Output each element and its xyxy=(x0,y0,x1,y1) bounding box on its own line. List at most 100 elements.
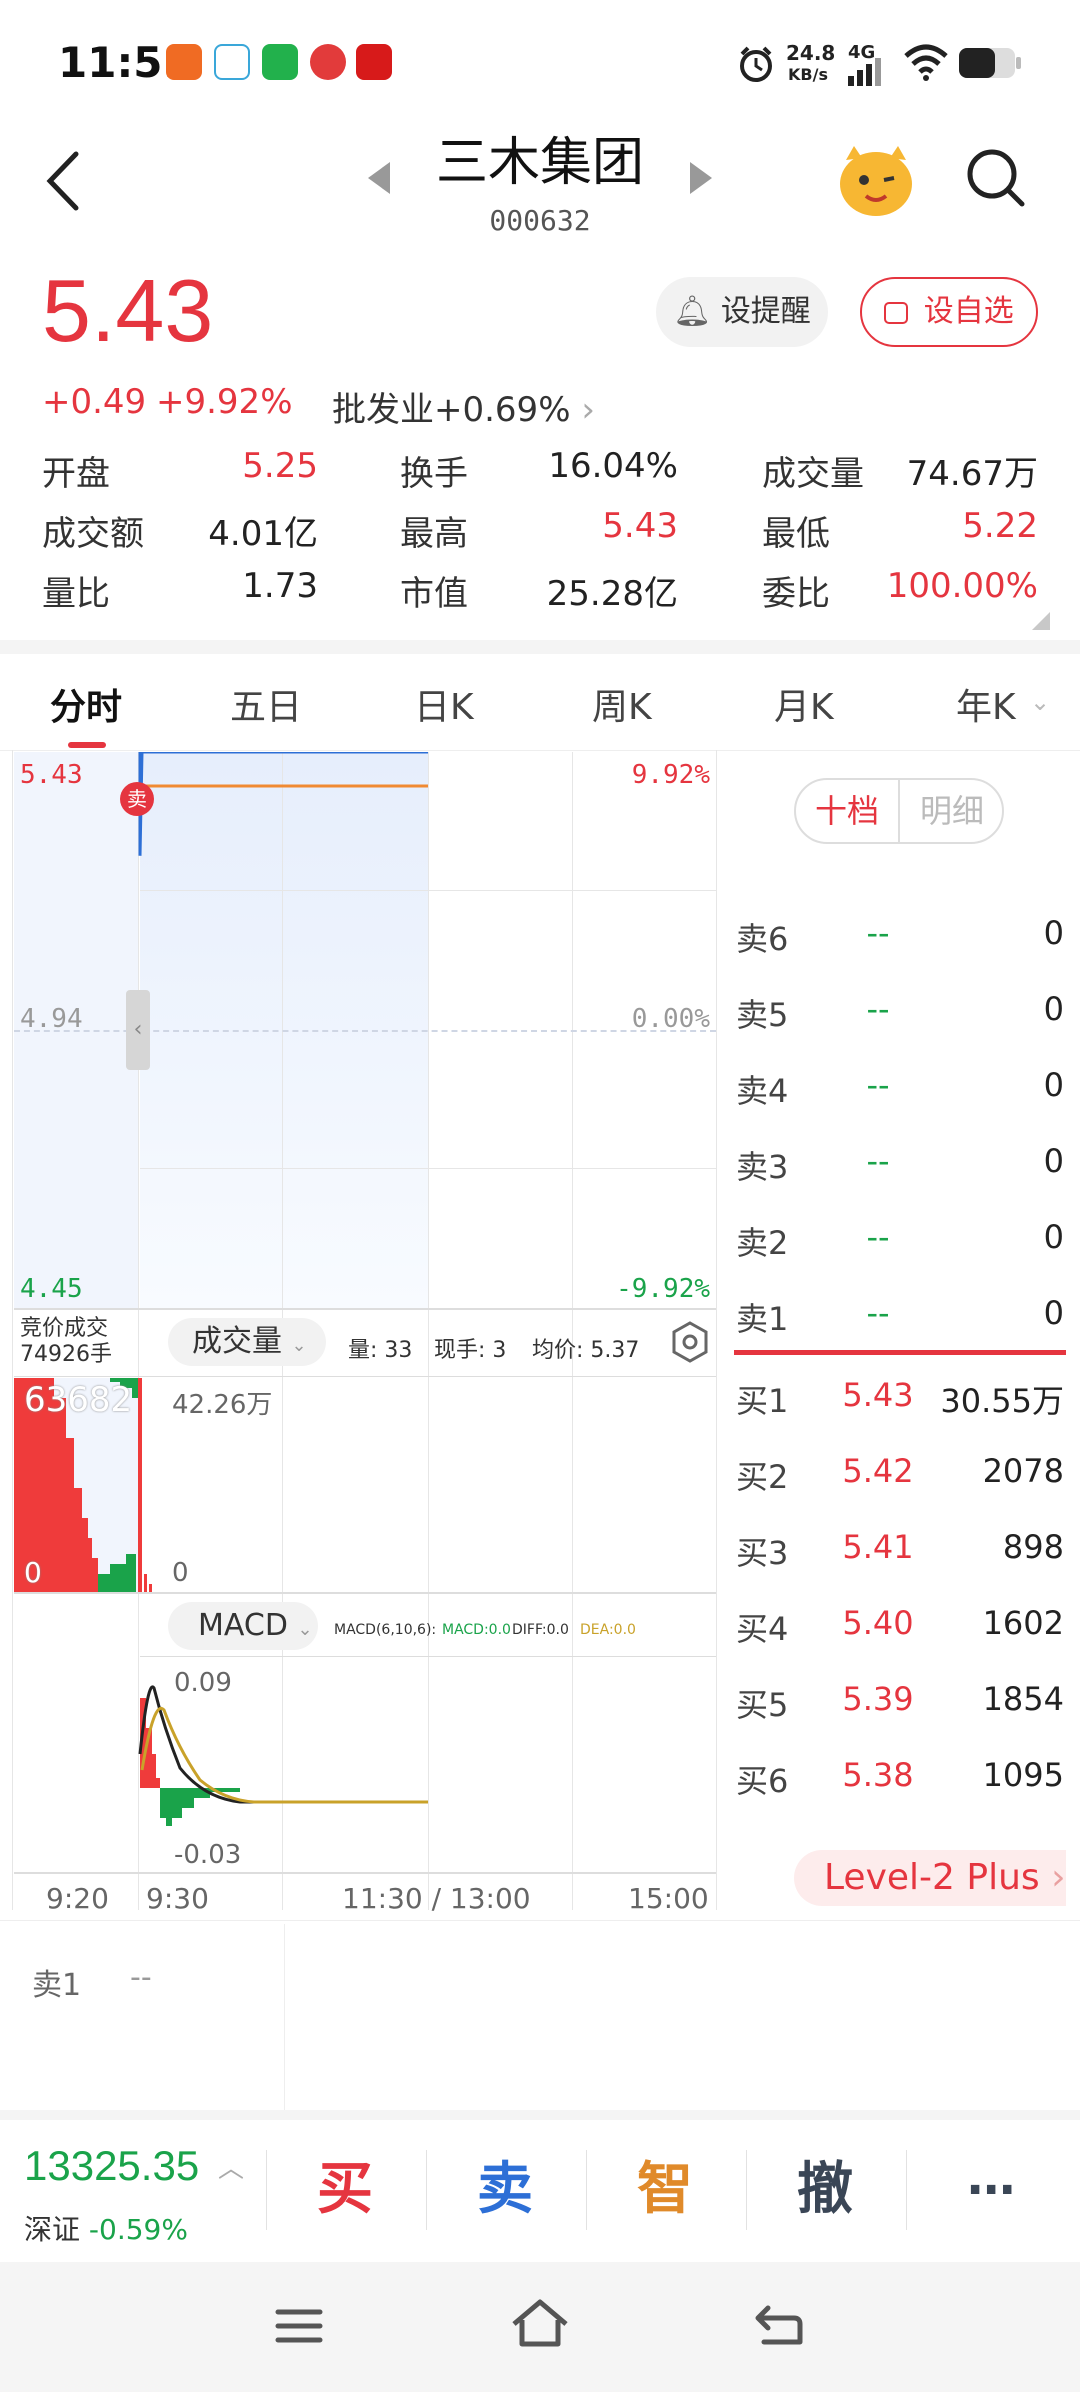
add-watchlist-label: 设自选 xyxy=(923,294,1014,329)
notification-news-icon xyxy=(310,44,346,80)
orderbook-qty: 0 xyxy=(1043,990,1064,1028)
menu-icon[interactable] xyxy=(274,2306,324,2346)
back-chevron-icon[interactable] xyxy=(40,148,90,214)
level2-plus-label: Level-2 Plus xyxy=(824,1857,1040,1898)
expand-corner-icon[interactable] xyxy=(1032,612,1050,630)
stat-value: 1.73 xyxy=(242,566,318,606)
hand-info: 现手: 3 xyxy=(434,1338,507,1363)
stat-label: 最低 xyxy=(762,514,830,554)
price-high-label: 5.43 xyxy=(20,760,83,790)
avg-info: 均价: 5.37 xyxy=(532,1338,640,1363)
stock-title: 三木集团 xyxy=(435,133,644,193)
orderbook-qty: 0 xyxy=(1043,1218,1064,1256)
vol-max-label: 42.26万 xyxy=(172,1390,273,1420)
net-unit: KB/s xyxy=(788,65,828,84)
macd-low-label: -0.03 xyxy=(174,1840,242,1870)
stat-value: 100.00% xyxy=(886,566,1038,606)
auction-vol-zero: 0 xyxy=(24,1556,42,1589)
stat-value: 5.25 xyxy=(242,446,318,486)
price-change-pct: +9.92% xyxy=(156,382,293,422)
sell-marker[interactable]: 卖 xyxy=(120,782,154,816)
wechat-icon xyxy=(262,44,298,80)
orderbook-tabs: 十档 明细 xyxy=(794,778,1004,844)
macd-chart[interactable] xyxy=(14,1658,716,1872)
set-alert-label: 设提醒 xyxy=(720,294,811,329)
notification-app-icon xyxy=(166,44,202,80)
orderbook-qty: 2078 xyxy=(982,1452,1064,1490)
orderbook-level-label: 卖5 xyxy=(736,996,789,1034)
sell-button[interactable]: 卖 xyxy=(430,2145,580,2235)
orderbook-level-label: 买6 xyxy=(736,1762,789,1800)
pct-low-label: -9.92% xyxy=(616,1274,710,1304)
add-watchlist-button[interactable]: 设自选 xyxy=(860,277,1038,347)
orderbook-level-label: 卖3 xyxy=(736,1148,789,1186)
macd-value: MACD:0.0 xyxy=(442,1622,511,1638)
stat-label: 换手 xyxy=(400,454,468,494)
buy-button[interactable]: 买 xyxy=(270,2145,420,2235)
macd-params: MACD(6,10,6): xyxy=(334,1622,437,1638)
chart-border-left xyxy=(12,750,13,1910)
auction-label: 竞价成交 xyxy=(20,1316,109,1341)
volume-indicator-select[interactable]: 成交量 ⌄ xyxy=(168,1318,326,1366)
diff-line xyxy=(138,1685,428,1804)
macd-high-label: 0.09 xyxy=(174,1668,232,1698)
stat-label: 成交量 xyxy=(762,454,864,494)
mascot-icon[interactable] xyxy=(836,142,916,218)
smart-button[interactable]: 智 xyxy=(590,2145,740,2235)
orderbook-qty: 1854 xyxy=(982,1680,1064,1718)
cancel-order-button[interactable]: 撤 xyxy=(750,2145,900,2235)
collapse-handle-icon[interactable]: ‹ xyxy=(126,990,150,1070)
orderbook-level-label: 买4 xyxy=(736,1610,789,1648)
more-button[interactable]: ⋯ xyxy=(916,2145,1066,2235)
next-stock-icon[interactable] xyxy=(690,162,712,194)
stat-value: 16.04% xyxy=(548,446,678,486)
chevron-down-icon[interactable]: ⌄ xyxy=(1030,688,1050,716)
chart-border-right xyxy=(716,750,717,1910)
net-speed: 24.8 xyxy=(786,41,836,65)
chevron-right-icon: › xyxy=(581,390,595,430)
vol-zero-label: 0 xyxy=(172,1558,189,1588)
sector-change[interactable]: 批发业+0.69% › xyxy=(332,382,595,431)
tab-3[interactable]: 周K xyxy=(592,678,652,730)
current-price: 5.43 xyxy=(42,261,214,360)
chevron-down-icon: ⌄ xyxy=(291,1335,307,1356)
tab-0[interactable]: 分时 xyxy=(50,678,122,730)
back-nav-icon[interactable] xyxy=(754,2302,804,2348)
tab-5[interactable]: 年K xyxy=(956,678,1016,730)
chevron-right-icon: › xyxy=(1051,1857,1066,1898)
vol-info: 量: 33 xyxy=(348,1338,413,1363)
tab-2[interactable]: 日K xyxy=(414,678,474,730)
macd-indicator-label: MACD xyxy=(198,1608,288,1643)
alarm-icon xyxy=(740,46,772,82)
stat-label: 委比 xyxy=(762,574,830,614)
orderbook-qty: 0 xyxy=(1043,914,1064,952)
macd-indicator-select[interactable]: MACD ⌄ xyxy=(168,1602,318,1650)
tab-4[interactable]: 月K xyxy=(774,678,834,730)
home-icon[interactable] xyxy=(510,2298,570,2350)
orderbook-divider xyxy=(734,1350,1066,1355)
time-label: 9:20 xyxy=(46,1882,109,1915)
stock-code: 000632 xyxy=(489,204,591,237)
chevron-down-icon: ⌄ xyxy=(297,1619,313,1640)
stat-value: 4.01亿 xyxy=(208,514,318,554)
settings-icon[interactable] xyxy=(670,1320,710,1364)
orderbook-qty: 898 xyxy=(1002,1528,1064,1566)
orderbook-level-label: 买1 xyxy=(736,1382,789,1420)
tabs-divider xyxy=(0,750,1080,751)
tab-ten-levels[interactable]: 十档 xyxy=(796,780,900,842)
chevron-up-icon[interactable]: ︿ xyxy=(218,2148,244,2185)
price-change: +0.49 xyxy=(42,382,147,422)
section-divider xyxy=(0,640,1080,654)
dea-line xyxy=(140,1706,428,1804)
prev-stock-icon[interactable] xyxy=(368,162,390,194)
tab-detail[interactable]: 明细 xyxy=(900,780,1004,842)
set-alert-button[interactable]: 🔔︎ 设提醒 xyxy=(656,277,828,347)
tab-1[interactable]: 五日 xyxy=(230,678,302,730)
index-value[interactable]: 13325.35 xyxy=(24,2142,199,2190)
sector-label: 批发业+0.69% xyxy=(332,390,571,430)
level2-plus-button[interactable]: Level-2 Plus › xyxy=(794,1850,1066,1906)
search-icon[interactable] xyxy=(964,146,1028,210)
price-low-label: 4.45 xyxy=(20,1274,83,1304)
orderbook-qty: 30.55万 xyxy=(940,1382,1064,1420)
time-label: 9:30 xyxy=(146,1882,209,1915)
